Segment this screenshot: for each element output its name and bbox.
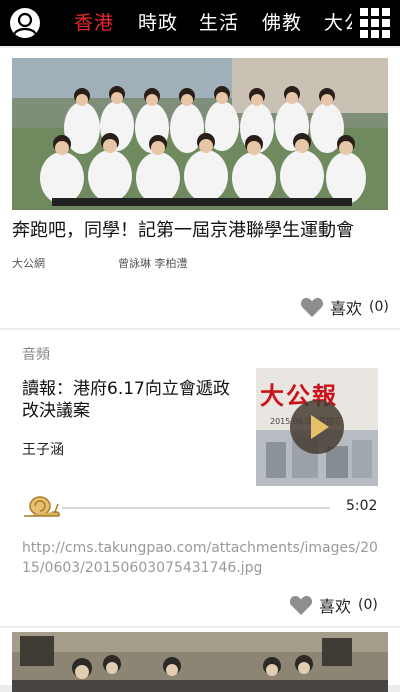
audio-card[interactable]: 音頻 讀報：港府6.17向立會遞政改決議案 王子涵 大公報 2015.06.03…: [0, 330, 400, 626]
article-headline[interactable]: 奔跑吧，同學！記第一屆京港聯學生運動會: [12, 218, 392, 244]
group-photo-icon[interactable]: [12, 58, 388, 210]
like-button[interactable]: 喜欢 (0): [300, 295, 389, 319]
grid-menu-icon[interactable]: [360, 8, 390, 38]
like-count: (0): [369, 299, 389, 315]
heart-icon: [289, 596, 313, 615]
audio-author: 王子涵: [22, 442, 64, 458]
audio-duration: 5:02: [346, 498, 378, 514]
like-button[interactable]: 喜欢 (0): [289, 593, 378, 617]
attachment-url[interactable]: http://cms.takungpao.com/attachments/ima…: [22, 538, 382, 578]
play-icon[interactable]: [290, 400, 344, 454]
tab-politics[interactable]: 時政: [138, 9, 178, 37]
top-nav-bar: 香港 時政 生活 佛教 大公: [0, 0, 400, 46]
tab-buddhism[interactable]: 佛教: [262, 9, 302, 37]
audio-progress-track[interactable]: [62, 507, 330, 509]
like-label: 喜欢: [319, 597, 352, 616]
snail-icon[interactable]: [22, 494, 62, 520]
audio-title[interactable]: 讀報：港府6.17向立會遞政改決議案: [22, 378, 232, 422]
heart-icon: [300, 298, 324, 317]
like-label: 喜欢: [330, 299, 363, 318]
audio-thumbnail[interactable]: 大公報 2015.06.03 星期三: [256, 368, 378, 486]
user-avatar-icon[interactable]: [10, 8, 40, 38]
article-card[interactable]: 奔跑吧，同學！記第一屆京港聯學生運動會 大公網 曾詠琳 李柏澧 喜欢 (0): [0, 48, 400, 328]
article-source: 大公網: [12, 257, 45, 270]
like-count: (0): [358, 597, 378, 613]
meeting-photo-icon[interactable]: [12, 632, 388, 692]
article-card[interactable]: [0, 628, 400, 692]
tab-takungpao[interactable]: 大公: [324, 9, 352, 37]
tab-hong-kong[interactable]: 香港: [74, 9, 114, 37]
category-tabs: 香港 時政 生活 佛教 大公: [66, 0, 352, 46]
tab-life[interactable]: 生活: [199, 9, 239, 37]
article-authors: 曾詠琳 李柏澧: [118, 257, 188, 270]
section-label: 音頻: [22, 347, 50, 363]
